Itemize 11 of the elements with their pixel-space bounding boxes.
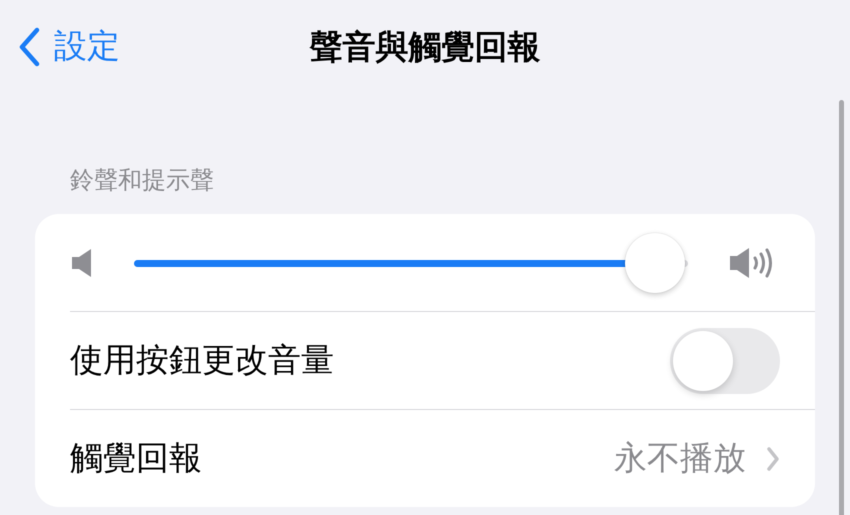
section-header: 鈴聲和提示聲 (70, 165, 215, 196)
slider-thumb[interactable] (624, 232, 685, 292)
list-item[interactable]: 觸覺回報 永不播放 (35, 410, 815, 507)
chevron-right-icon (766, 446, 780, 472)
speaker-low-icon (70, 246, 94, 278)
row-label: 觸覺回報 (70, 437, 203, 479)
back-chevron-icon (18, 26, 40, 66)
back-button[interactable]: 設定 (18, 24, 120, 69)
page-title: 聲音與觸覺回報 (310, 26, 540, 68)
row-value: 永不播放 (614, 437, 746, 479)
row-label: 使用按鈕更改音量 (70, 339, 335, 381)
